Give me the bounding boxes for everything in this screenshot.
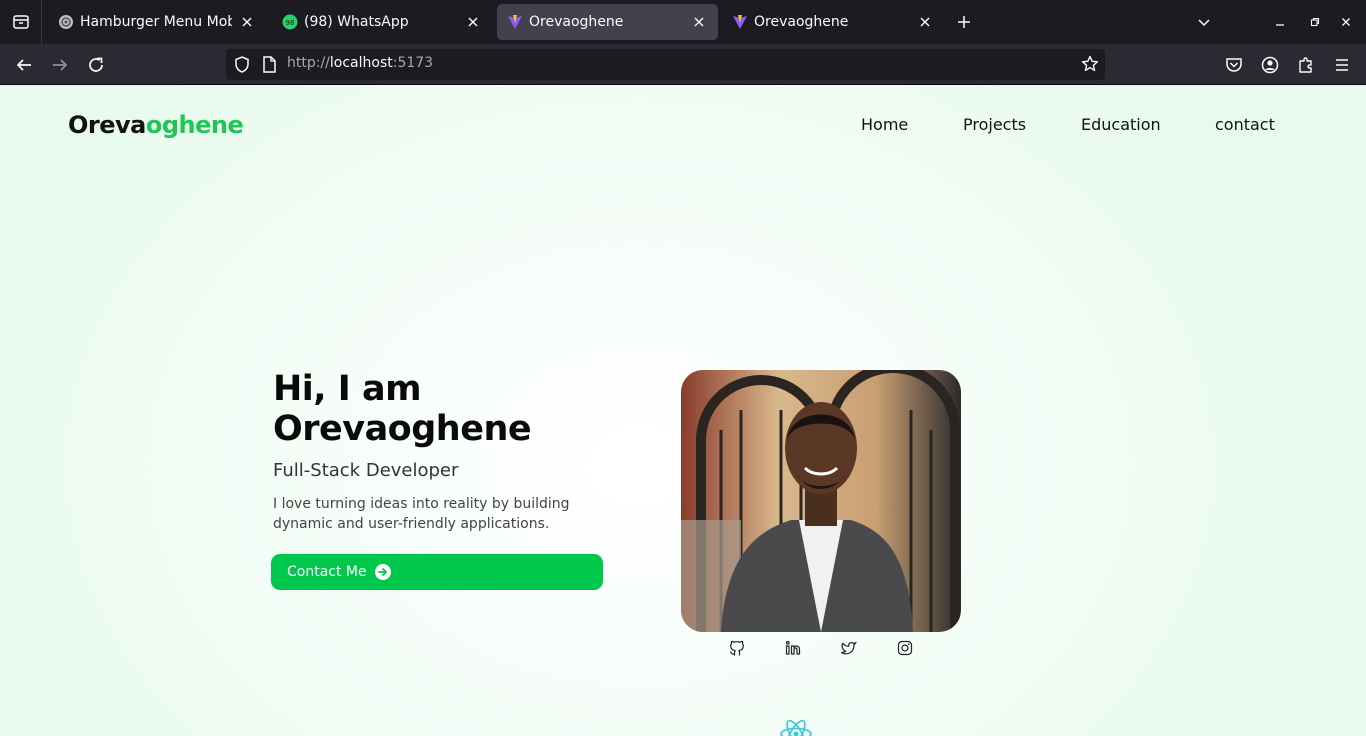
page-info-icon[interactable] — [262, 56, 276, 77]
url-text[interactable]: http://localhost:5173 — [287, 55, 433, 71]
vite-icon — [507, 14, 523, 30]
hero-heading-line2: Orevaoghene — [273, 409, 532, 449]
whatsapp-icon: 98 — [282, 14, 298, 30]
url-scheme: http:// — [287, 55, 330, 71]
firefox-view-icon — [12, 15, 29, 29]
chevron-down-icon — [1198, 19, 1210, 27]
tab-title: (98) WhatsApp — [304, 14, 409, 30]
logo-text-black: Oreva — [68, 111, 146, 139]
portfolio-page: Orevaoghene Home Projects Education cont… — [0, 85, 1366, 736]
bookmark-star-icon[interactable] — [1081, 55, 1099, 77]
tab-bar: Hamburger Menu Mobile 98 (98) WhatsApp O… — [0, 0, 1366, 44]
minimize-icon — [1276, 24, 1284, 26]
logo-text-green: oghene — [145, 111, 244, 139]
contact-me-button[interactable]: Contact Me — [271, 554, 603, 590]
restore-button[interactable] — [1305, 12, 1325, 32]
tab-orevaoghene[interactable]: Orevaoghene — [722, 4, 944, 40]
close-icon — [1342, 18, 1350, 26]
puzzle-icon — [1299, 57, 1312, 73]
pocket-icon — [1226, 58, 1242, 72]
tab-hamburger-menu[interactable]: Hamburger Menu Mobile — [48, 4, 266, 40]
linkedin-icon[interactable] — [783, 638, 803, 658]
codepen-icon — [58, 14, 74, 30]
arrow-circle-right-icon — [374, 564, 391, 580]
close-tab-icon[interactable] — [690, 13, 708, 31]
twitter-icon[interactable] — [839, 638, 859, 658]
nav-link-contact[interactable]: contact — [1215, 115, 1275, 134]
firefox-view-button[interactable] — [0, 0, 42, 44]
close-window-button[interactable] — [1336, 12, 1356, 32]
hero-description: I love turning ideas into reality by bui… — [273, 496, 570, 532]
shield-icon[interactable] — [234, 56, 250, 77]
hero-heading-line1: Hi, I am — [273, 369, 422, 409]
react-icon — [779, 719, 813, 736]
svg-text:98: 98 — [286, 19, 295, 27]
hero-role: Full-Stack Developer — [273, 460, 459, 481]
nav-link-projects[interactable]: Projects — [963, 115, 1026, 134]
site-logo[interactable]: Orevaoghene — [68, 111, 244, 139]
pocket-button[interactable] — [1219, 50, 1249, 80]
url-bar[interactable]: http://localhost:5173 — [226, 49, 1105, 80]
close-tab-icon[interactable] — [238, 13, 256, 31]
close-tab-icon[interactable] — [464, 13, 482, 31]
contact-me-label: Contact Me — [287, 564, 367, 580]
minimize-button[interactable] — [1270, 12, 1290, 32]
profile-photo — [681, 370, 961, 632]
extensions-button[interactable] — [1291, 50, 1321, 80]
arrow-left-icon — [16, 59, 31, 71]
github-icon[interactable] — [727, 638, 747, 658]
plus-icon — [958, 16, 970, 28]
tab-orevaoghene-active[interactable]: Orevaoghene — [497, 4, 718, 40]
restore-icon — [1310, 17, 1320, 27]
hero-heading: Hi, I am Orevaoghene — [273, 369, 532, 449]
url-host: localhost — [329, 55, 393, 71]
tab-title: Orevaoghene — [529, 14, 624, 30]
arrow-right-icon — [53, 59, 68, 71]
tab-title: Orevaoghene — [754, 14, 849, 30]
new-tab-button[interactable] — [952, 10, 976, 34]
back-button[interactable] — [9, 50, 39, 80]
reload-icon — [89, 57, 103, 72]
list-all-tabs-button[interactable] — [1194, 12, 1214, 32]
navigation-toolbar: http://localhost:5173 — [0, 44, 1366, 85]
nav-link-education[interactable]: Education — [1081, 115, 1161, 134]
reload-button[interactable] — [81, 50, 111, 80]
account-icon — [1261, 56, 1279, 74]
forward-button[interactable] — [45, 50, 75, 80]
url-port: :5173 — [392, 55, 434, 71]
tab-whatsapp[interactable]: 98 (98) WhatsApp — [272, 4, 492, 40]
instagram-icon[interactable] — [895, 638, 915, 658]
app-menu-button[interactable] — [1327, 50, 1357, 80]
account-button[interactable] — [1255, 50, 1285, 80]
close-tab-icon[interactable] — [916, 13, 934, 31]
hamburger-menu-icon — [1336, 59, 1348, 71]
vite-icon — [732, 14, 748, 30]
tab-title: Hamburger Menu Mobile — [80, 14, 232, 30]
nav-link-home[interactable]: Home — [861, 115, 908, 134]
